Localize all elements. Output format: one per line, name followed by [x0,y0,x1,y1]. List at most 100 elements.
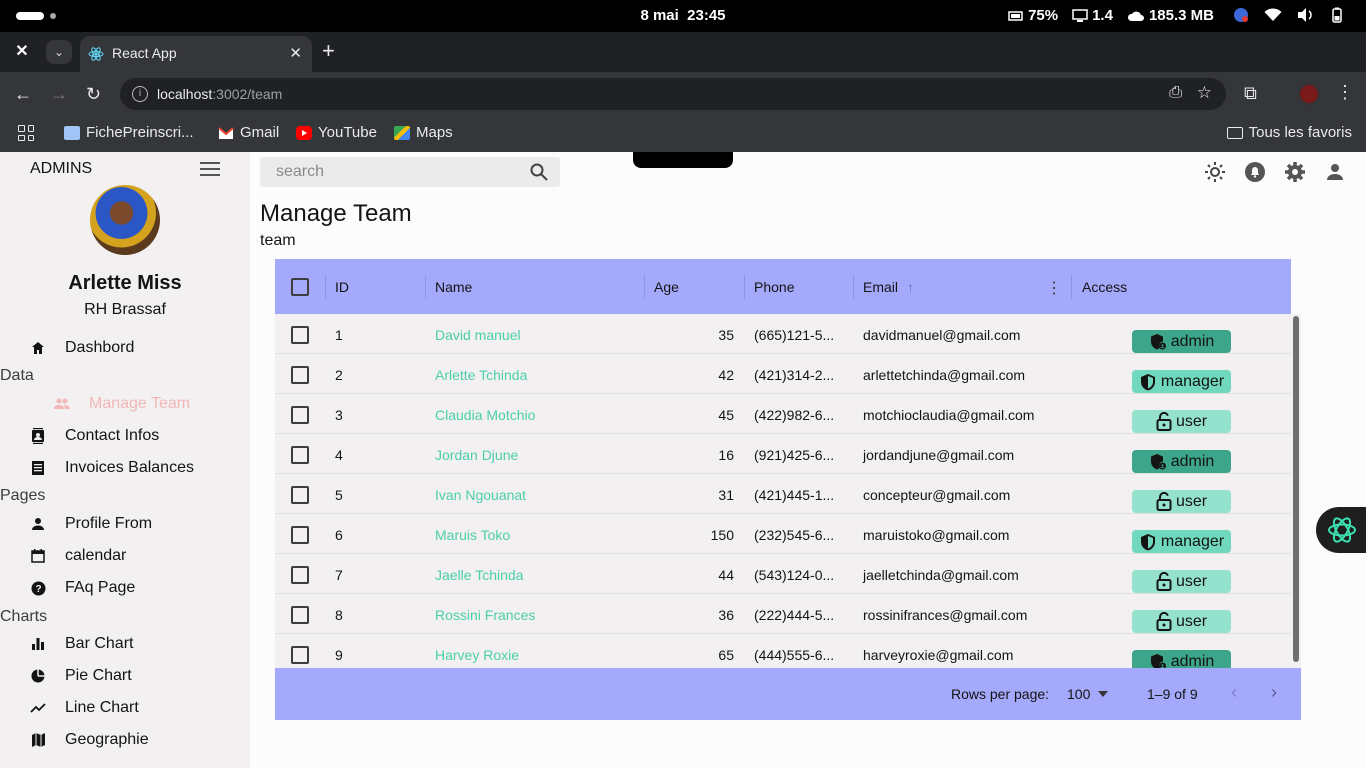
access-label: user [1175,492,1208,510]
select-all-checkbox[interactable] [291,278,309,296]
close-tab-icon[interactable]: ✕ [289,44,302,62]
sidebar-item-faq[interactable]: ? FAq Page [30,576,135,600]
row-checkbox[interactable] [291,366,309,384]
access-badge: admin [1132,330,1231,353]
tab-title: React App [112,45,177,61]
url-text[interactable]: localhost:3002/team [157,86,282,102]
previous-page-icon[interactable]: ‹ [1231,682,1237,703]
column-separator[interactable] [425,275,426,299]
address-bar[interactable]: i localhost:3002/team ⎙ ☆ [120,78,1226,110]
column-header-age[interactable]: Age [654,279,679,295]
rows-per-page-select[interactable]: 100 [1067,686,1109,702]
wifi-icon[interactable] [1264,6,1282,24]
menu-toggle-icon[interactable] [200,162,220,176]
column-separator[interactable] [1071,275,1072,299]
table-row[interactable]: 1 David manuel 35 (665)121-5... davidmanuel@… [275,314,1291,354]
access-label: admin [1170,332,1215,350]
column-separator[interactable] [325,275,326,299]
notifications-icon[interactable] [1244,161,1266,183]
close-window-icon[interactable]: ✕ [10,40,34,64]
access-badge: user [1132,490,1231,513]
sidebar-item-manage-team[interactable]: Manage Team [54,392,190,416]
sidebar-item-pie-chart[interactable]: Pie Chart [30,664,132,688]
browser-menu-icon[interactable]: ⋮ [1336,82,1354,103]
react-icon [88,46,104,65]
power-icon[interactable] [1328,6,1346,24]
cell-phone: (232)545-6... [754,527,835,543]
row-checkbox[interactable] [291,566,309,584]
sidebar-item-calendar[interactable]: calendar [30,544,126,568]
bookmark-maps[interactable]: Maps [394,124,453,141]
column-header-access[interactable]: Access [1082,279,1127,295]
assistant-button[interactable] [1316,507,1366,553]
table-row[interactable]: 4 Jordan Djune 16 (921)425-6... jordandjune@… [275,434,1291,474]
sidebar-item-geography[interactable]: Geographie [30,728,149,752]
row-checkbox[interactable] [291,606,309,624]
row-checkbox[interactable] [291,446,309,464]
forward-icon[interactable]: → [50,84,68,104]
row-checkbox[interactable] [291,486,309,504]
back-icon[interactable]: ← [14,84,32,104]
browser-tab[interactable]: React App ✕ [80,36,312,72]
site-info-icon[interactable]: i [132,86,148,102]
cell-email: arlettetchinda@gmail.com [863,367,1026,383]
table-row[interactable]: 9 Harvey Roxie 65 (444)555-6... harveyroxie@… [275,634,1291,668]
sidebar-item-profile-form[interactable]: Profile From [30,512,152,536]
record-icon[interactable] [1232,6,1250,24]
settings-icon[interactable] [1284,161,1306,183]
column-separator[interactable] [853,275,854,299]
bookmark-youtube[interactable]: YouTube [296,124,377,141]
profile-avatar[interactable] [1298,83,1320,105]
row-checkbox[interactable] [291,406,309,424]
tab-search-button[interactable]: ⌄ [46,40,72,64]
new-tab-button[interactable]: + [322,40,335,62]
sort-ascending-icon[interactable]: ↑ [907,279,914,295]
sidebar-item-invoices-balances[interactable]: Invoices Balances [30,456,194,480]
access-label: user [1175,412,1208,430]
bookmark-star-icon[interactable]: ☆ [1197,83,1212,103]
column-header-id[interactable]: ID [335,279,349,295]
rows-per-page-label: Rows per page: [951,686,1050,702]
sidebar-item-dashboard[interactable]: Dashbord [30,336,134,360]
sidebar: ADMINS Arlette Miss RH Brassaf Dashbord … [0,152,250,768]
reload-icon[interactable]: ↻ [86,84,101,104]
table-row[interactable]: 8 Rossini Frances 36 (222)444-5... rossinifr… [275,594,1291,634]
people-icon [54,396,70,412]
volume-icon[interactable] [1296,6,1314,24]
cell-phone: (421)314-2... [754,367,835,383]
vertical-scrollbar[interactable] [1292,314,1300,668]
table-row[interactable]: 3 Claudia Motchio 45 (422)982-6... motchiocl… [275,394,1291,434]
row-checkbox[interactable] [291,526,309,544]
cell-id: 6 [335,527,343,543]
table-row[interactable]: 5 Ivan Ngouanat 31 (421)445-1... concepteur@… [275,474,1291,514]
bookmark-fichepreinscri[interactable]: FichePreinscri... [64,124,194,141]
column-separator[interactable] [744,275,745,299]
row-checkbox[interactable] [291,646,309,664]
column-separator[interactable] [644,275,645,299]
row-checkbox[interactable] [291,326,309,344]
column-header-email[interactable]: Email [863,279,898,295]
sidebar-item-contact-infos[interactable]: Contact Infos [30,424,159,448]
access-label: user [1175,612,1208,630]
search-box [260,157,560,187]
sidebar-item-bar-chart[interactable]: Bar Chart [30,632,133,656]
column-header-name[interactable]: Name [435,279,472,295]
access-badge: admin [1132,650,1231,668]
apps-grid-icon[interactable] [18,125,34,141]
search-input[interactable] [260,157,520,187]
extensions-icon[interactable]: ⧉ [1244,83,1257,104]
light-mode-icon[interactable] [1204,161,1226,183]
table-row[interactable]: 7 Jaelle Tchinda 44 (543)124-0... jaelletchi… [275,554,1291,594]
profile-icon[interactable] [1324,161,1346,183]
sidebar-item-line-chart[interactable]: Line Chart [30,696,139,720]
table-row[interactable]: 6 Maruis Toko 150 (232)545-6... maruistoko@g… [275,514,1291,554]
search-icon[interactable] [530,163,548,186]
next-page-icon[interactable]: › [1271,682,1277,703]
column-header-phone[interactable]: Phone [754,279,794,295]
column-menu-icon[interactable]: ⋮ [1046,278,1062,298]
bookmark-gmail[interactable]: Gmail [218,124,279,141]
all-favorites[interactable]: Tous les favoris [1226,124,1352,141]
scrollbar-thumb[interactable] [1293,316,1299,662]
install-app-icon[interactable]: ⎙ [1169,84,1182,102]
table-row[interactable]: 2 Arlette Tchinda 42 (421)314-2... arlettetc… [275,354,1291,394]
